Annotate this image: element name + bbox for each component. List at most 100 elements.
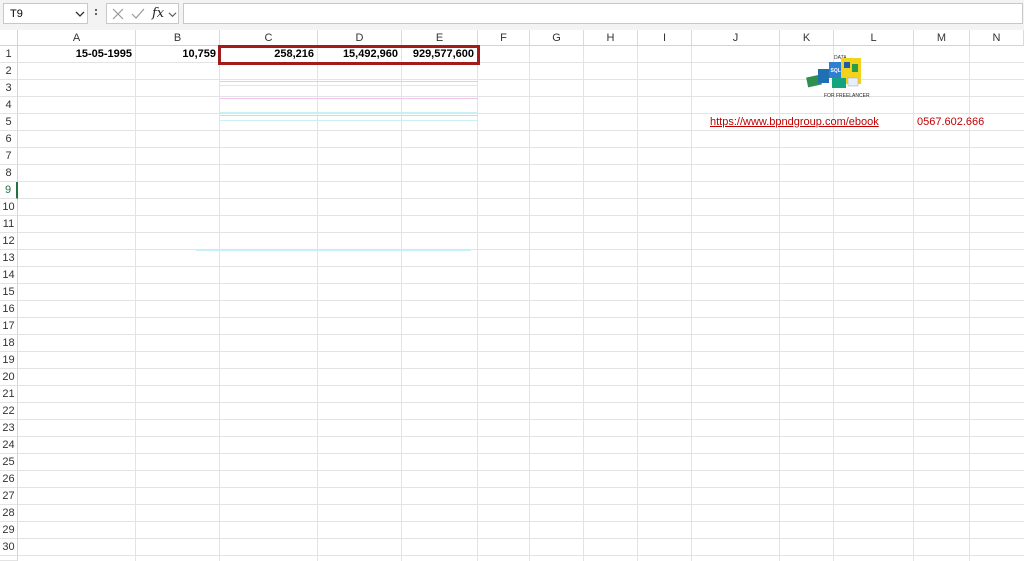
row-header-17[interactable]: 17 — [0, 318, 18, 335]
row-header-26[interactable]: 26 — [0, 471, 18, 488]
row-header-27[interactable]: 27 — [0, 488, 18, 505]
column-header-c[interactable]: C — [220, 30, 318, 46]
row-header-1[interactable]: 1 — [0, 46, 18, 63]
chevron-down-icon[interactable] — [168, 10, 177, 19]
gridline — [18, 385, 1024, 386]
gridline — [18, 368, 1024, 369]
ghost-artifact — [220, 85, 478, 86]
row-header-18[interactable]: 18 — [0, 335, 18, 352]
column-header-n[interactable]: N — [970, 30, 1024, 46]
gridline — [18, 317, 1024, 318]
gridline — [18, 334, 1024, 335]
insert-function-button[interactable]: fx — [152, 6, 164, 21]
gridline — [18, 351, 1024, 352]
row-header-19[interactable]: 19 — [0, 352, 18, 369]
row-header-23[interactable]: 23 — [0, 420, 18, 437]
formula-input[interactable] — [183, 3, 1023, 24]
name-box-value: T9 — [10, 8, 23, 20]
gridline — [637, 46, 638, 561]
row-header-29[interactable]: 29 — [0, 522, 18, 539]
ebook-link[interactable]: https://www.bpndgroup.com/ebook — [710, 116, 879, 128]
row-header-22[interactable]: 22 — [0, 403, 18, 420]
cell-j5[interactable]: https://www.bpndgroup.com/ebook — [706, 114, 916, 131]
column-header-l[interactable]: L — [834, 30, 914, 46]
gridline — [18, 453, 1024, 454]
ghost-artifact — [196, 250, 471, 251]
gridline — [135, 46, 136, 561]
logo-bottom-text: FOR FREELANCER — [824, 93, 870, 99]
ghost-artifact — [220, 81, 478, 82]
ghost-artifact — [220, 98, 478, 99]
gridline — [18, 487, 1024, 488]
row-header-10[interactable]: 10 — [0, 199, 18, 216]
row-header-6[interactable]: 6 — [0, 131, 18, 148]
gridline — [18, 521, 1024, 522]
column-header-i[interactable]: I — [638, 30, 692, 46]
column-header-j[interactable]: J — [692, 30, 780, 46]
row-header-30[interactable]: 30 — [0, 539, 18, 556]
row-header-24[interactable]: 24 — [0, 437, 18, 454]
gridline — [18, 402, 1024, 403]
gridline — [583, 46, 584, 561]
column-header-f[interactable]: F — [478, 30, 530, 46]
checkmark-icon[interactable] — [131, 8, 145, 20]
row-header-21[interactable]: 21 — [0, 386, 18, 403]
column-header-a[interactable]: A — [18, 30, 136, 46]
column-header-e[interactable]: E — [402, 30, 478, 46]
cell-m5[interactable]: 0567.602.666 — [913, 114, 997, 131]
gridline — [18, 504, 1024, 505]
row-header-4[interactable]: 4 — [0, 97, 18, 114]
row-header-31[interactable] — [0, 556, 18, 561]
row-header-7[interactable]: 7 — [0, 148, 18, 165]
data-for-freelancer-logo: DATA SQL FOR FREELANCER — [806, 55, 870, 99]
row-header-13[interactable]: 13 — [0, 250, 18, 267]
gridline — [219, 46, 220, 561]
row-header-8[interactable]: 8 — [0, 165, 18, 182]
more-options-icon[interactable] — [93, 6, 99, 20]
gridline — [18, 283, 1024, 284]
gridline — [18, 198, 1024, 199]
ghost-artifact — [220, 120, 478, 121]
logo-badge-text: SQL — [831, 68, 841, 74]
gridline — [18, 555, 1024, 556]
row-header-3[interactable]: 3 — [0, 80, 18, 97]
gridline — [18, 164, 1024, 165]
row-header-20[interactable]: 20 — [0, 369, 18, 386]
gridline — [691, 46, 692, 561]
chevron-down-icon[interactable] — [75, 9, 85, 19]
column-header-m[interactable]: M — [914, 30, 970, 46]
gridline — [477, 46, 478, 561]
column-header-h[interactable]: H — [584, 30, 638, 46]
column-header-b[interactable]: B — [136, 30, 220, 46]
cell-a1[interactable]: 15-05-1995 — [18, 46, 136, 63]
row-header-25[interactable]: 25 — [0, 454, 18, 471]
row-header-2[interactable]: 2 — [0, 63, 18, 80]
gridline — [18, 419, 1024, 420]
gridline — [18, 436, 1024, 437]
cancel-icon[interactable] — [112, 8, 124, 20]
cell-b1[interactable]: 10,759 — [136, 46, 220, 63]
gridline — [401, 46, 402, 561]
gridline — [18, 249, 1024, 250]
gridline — [18, 266, 1024, 267]
row-header-11[interactable]: 11 — [0, 216, 18, 233]
name-box[interactable]: T9 — [3, 3, 88, 24]
row-header-9[interactable]: 9 — [0, 182, 18, 199]
row-header-12[interactable]: 12 — [0, 233, 18, 250]
spreadsheet-grid[interactable]: A B C D E F G H I J K L M N 1 2 3 4 5 6 … — [0, 30, 1024, 561]
ghost-artifact — [220, 115, 478, 116]
gridline — [18, 470, 1024, 471]
row-header-15[interactable]: 15 — [0, 284, 18, 301]
row-header-5[interactable]: 5 — [0, 114, 18, 131]
gridline — [18, 215, 1024, 216]
column-header-k[interactable]: K — [780, 30, 834, 46]
gridline — [18, 147, 1024, 148]
column-header-d[interactable]: D — [318, 30, 402, 46]
row-header-14[interactable]: 14 — [0, 267, 18, 284]
column-header-g[interactable]: G — [530, 30, 584, 46]
formula-controls: fx — [106, 3, 179, 24]
select-all-corner[interactable] — [0, 30, 18, 46]
gridline — [529, 46, 530, 561]
row-header-16[interactable]: 16 — [0, 301, 18, 318]
row-header-28[interactable]: 28 — [0, 505, 18, 522]
